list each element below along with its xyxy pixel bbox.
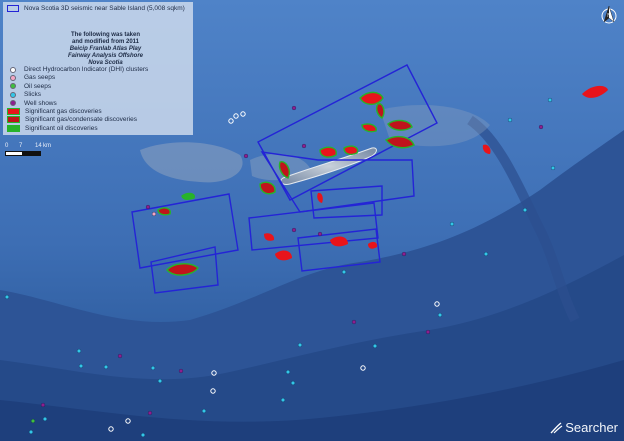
legend-item: Slicks [7,91,41,98]
well-show-marker[interactable] [291,227,297,233]
legend-swatch [10,66,16,73]
well-show-marker[interactable] [425,329,431,335]
scale-segment [5,151,23,156]
legend-item-label: Oil seeps [24,82,52,90]
slick-marker[interactable] [140,432,146,438]
legend-note: The following was taken and modified fro… [23,32,188,67]
slick-marker[interactable] [437,312,443,318]
legend-item: Significant gas/condensate discoveries [7,116,138,124]
note-line: The following was taken [70,32,140,38]
scale-unit-label: km [43,143,51,149]
legend-item-label: Gas seeps [24,74,56,82]
well-show-marker[interactable] [301,143,307,149]
slick-marker[interactable] [103,364,109,370]
legend-swatch [10,74,16,81]
scale-tick-label: 14 [35,143,42,149]
legend-item-label: Significant gas/condensate discoveries [25,116,138,124]
gas-discovery[interactable] [319,146,337,158]
legend-swatch [7,116,20,124]
slick-marker[interactable] [483,251,489,257]
legend-swatch [10,91,16,98]
legend-swatch [10,100,16,107]
legend-item-label: Slicks [24,91,41,99]
scale-bar: 0 7 14 km [5,143,51,157]
legend-item: Well shows [7,100,57,107]
note-line: Beicip Franlab Atlas Play [69,46,142,52]
scale-tick-label: 7 [19,143,23,149]
well-show-marker[interactable] [291,105,297,111]
well-show-marker[interactable] [147,410,153,416]
well-show-marker[interactable] [401,251,407,257]
slick-marker[interactable] [76,348,82,354]
well-show-marker[interactable] [243,153,249,159]
brand: Searcher [549,420,618,435]
well-show-marker[interactable] [40,402,46,408]
north-label: N [607,13,611,19]
slick-marker[interactable] [285,369,291,375]
note-line: and modified from 2011 [71,39,140,45]
legend-swatch [7,108,20,115]
legend-item-label: Significant gas discoveries [25,108,102,115]
gas-seep-marker[interactable] [151,211,157,217]
well-show-marker[interactable] [117,353,123,359]
scale-segment [22,151,41,156]
legend-swatch [10,83,16,90]
slick-marker[interactable] [201,408,207,414]
map-legend: Nova Scotia 3D seismic near Sable Island… [3,2,193,135]
legend-item-label: Direct Hydrocarbon Indicator (DHI) clust… [24,66,149,73]
gas-condensate-discovery[interactable] [157,207,171,216]
scale-tick-label: 0 [5,143,9,149]
slick-marker[interactable] [150,365,156,371]
slick-marker[interactable] [297,342,303,348]
legend-item: Gas seeps [7,74,55,81]
well-show-marker[interactable] [178,368,184,374]
slick-marker[interactable] [28,429,34,435]
slick-marker[interactable] [522,207,528,213]
well-show-marker[interactable] [538,124,544,130]
legend-survey-label: Nova Scotia 3D seismic near Sable Island… [24,5,185,12]
legend-item: Direct Hydrocarbon Indicator (DHI) clust… [7,66,148,73]
slick-marker[interactable] [157,378,163,384]
slick-marker[interactable] [290,380,296,386]
brand-name: Searcher [565,420,618,435]
oil-discovery[interactable] [181,192,195,201]
north-arrow-icon: N [601,4,617,31]
oil-seep-marker[interactable] [30,418,36,424]
well-show-marker[interactable] [145,204,151,210]
legend-item: Significant oil discoveries [7,124,98,132]
legend-item: Significant gas discoveries [7,108,102,115]
well-show-marker[interactable] [351,319,357,325]
slick-marker[interactable] [4,294,10,300]
legend-item-label: Well shows [24,99,57,107]
legend-item-label: Significant oil discoveries [25,124,98,132]
well-show-marker[interactable] [317,231,323,237]
slick-marker[interactable] [547,97,553,103]
gas-discovery[interactable] [343,145,359,156]
legend-item: Oil seeps [7,83,51,90]
slick-marker[interactable] [78,363,84,369]
slick-marker[interactable] [42,416,48,422]
legend-swatch [7,124,20,132]
legend-survey: Nova Scotia 3D seismic near Sable Island… [7,5,185,12]
slick-marker[interactable] [280,397,286,403]
survey-outline-swatch [7,5,19,12]
searcher-logo-icon [550,421,563,433]
slick-marker[interactable] [550,165,556,171]
map-canvas[interactable]: Nova Scotia 3D seismic near Sable Island… [0,0,624,441]
slick-marker[interactable] [372,343,378,349]
note-line: Fairway Analysis Offshore [67,53,144,59]
slick-marker[interactable] [341,269,347,275]
slick-marker[interactable] [449,221,455,227]
north-arrow-graphic: N [601,5,617,24]
slick-marker[interactable] [507,117,513,123]
